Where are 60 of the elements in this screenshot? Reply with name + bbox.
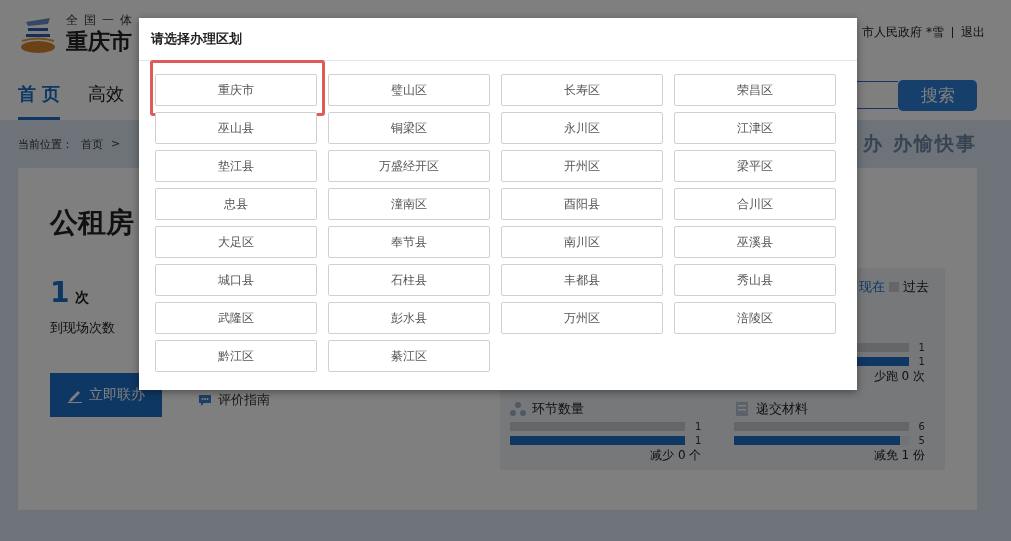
visit-label: 到现场次数 (50, 319, 115, 337)
breadcrumb-separator: > (111, 136, 121, 152)
region-button[interactable]: 荣昌区 (674, 74, 836, 106)
chat-icon (198, 393, 212, 407)
dialog-title: 请选择办理区划 (139, 18, 857, 61)
region-button[interactable]: 綦江区 (328, 340, 490, 372)
region-button[interactable]: 秀山县 (674, 264, 836, 296)
bar-value: 1 (695, 434, 702, 446)
region-button[interactable]: 忠县 (155, 188, 317, 220)
region-button[interactable]: 重庆市 (155, 74, 317, 106)
legend-label: 现在 (859, 278, 885, 296)
region-button[interactable]: 万盛经开区 (328, 150, 490, 182)
service-title: 公租房 (50, 205, 134, 241)
region-button[interactable]: 彭水县 (328, 302, 490, 334)
region-button[interactable]: 黔江区 (155, 340, 317, 372)
region-button[interactable]: 奉节县 (328, 226, 490, 258)
region-button[interactable]: 石柱县 (328, 264, 490, 296)
region-button[interactable]: 涪陵区 (674, 302, 836, 334)
region-button[interactable]: 开州区 (501, 150, 663, 182)
region-button[interactable]: 南川区 (501, 226, 663, 258)
region-button[interactable]: 梁平区 (674, 150, 836, 182)
region-button[interactable]: 万州区 (501, 302, 663, 334)
region-button[interactable]: 丰都县 (501, 264, 663, 296)
region-button[interactable]: 铜梁区 (328, 112, 490, 144)
visit-unit: 次 (75, 289, 90, 307)
region-button[interactable]: 永川区 (501, 112, 663, 144)
region-button[interactable]: 垫江县 (155, 150, 317, 182)
nav-tab[interactable]: 高效 (88, 70, 125, 120)
bar-value: 1 (918, 355, 925, 367)
stat-title: 递交材料 (755, 400, 808, 418)
region-button[interactable]: 酉阳县 (501, 188, 663, 220)
visit-count: 1 (50, 276, 70, 309)
region-button[interactable]: 长寿区 (501, 74, 663, 106)
breadcrumb-label: 当前位置： (18, 136, 73, 152)
region-button[interactable]: 合川区 (674, 188, 836, 220)
region-button[interactable]: 大足区 (155, 226, 317, 258)
logout-link[interactable]: 退出 (961, 24, 985, 41)
platform-name: 全国一体 (66, 12, 138, 28)
bar-value: 1 (695, 420, 702, 432)
stat-title: 环节数量 (532, 400, 584, 418)
region-button[interactable]: 巫溪县 (674, 226, 836, 258)
breadcrumb-link[interactable]: 首页 (81, 136, 103, 152)
nodes-icon (510, 401, 526, 417)
region-button[interactable]: 江津区 (674, 112, 836, 144)
region-button[interactable]: 巫山县 (155, 112, 317, 144)
stat-summary: 减少 0 个 (649, 447, 703, 464)
stat-summary: 减免 1 份 (872, 447, 926, 464)
site-title: 重庆市 (66, 28, 133, 56)
bar-value: 6 (918, 420, 925, 432)
document-icon (733, 401, 750, 417)
region-button[interactable]: 城口县 (155, 264, 317, 296)
guide-link[interactable]: 评价指南 (198, 391, 270, 417)
user-name: 市人民政府 *雪 (862, 24, 944, 41)
bar-value: 5 (918, 434, 925, 446)
legend-label: 过去 (903, 278, 929, 296)
stat-summary: 少跑 0 次 (872, 368, 926, 385)
region-button[interactable]: 武隆区 (155, 302, 317, 334)
region-button[interactable]: 潼南区 (328, 188, 490, 220)
region-button[interactable]: 璧山区 (328, 74, 490, 106)
bar-value: 1 (918, 341, 925, 353)
